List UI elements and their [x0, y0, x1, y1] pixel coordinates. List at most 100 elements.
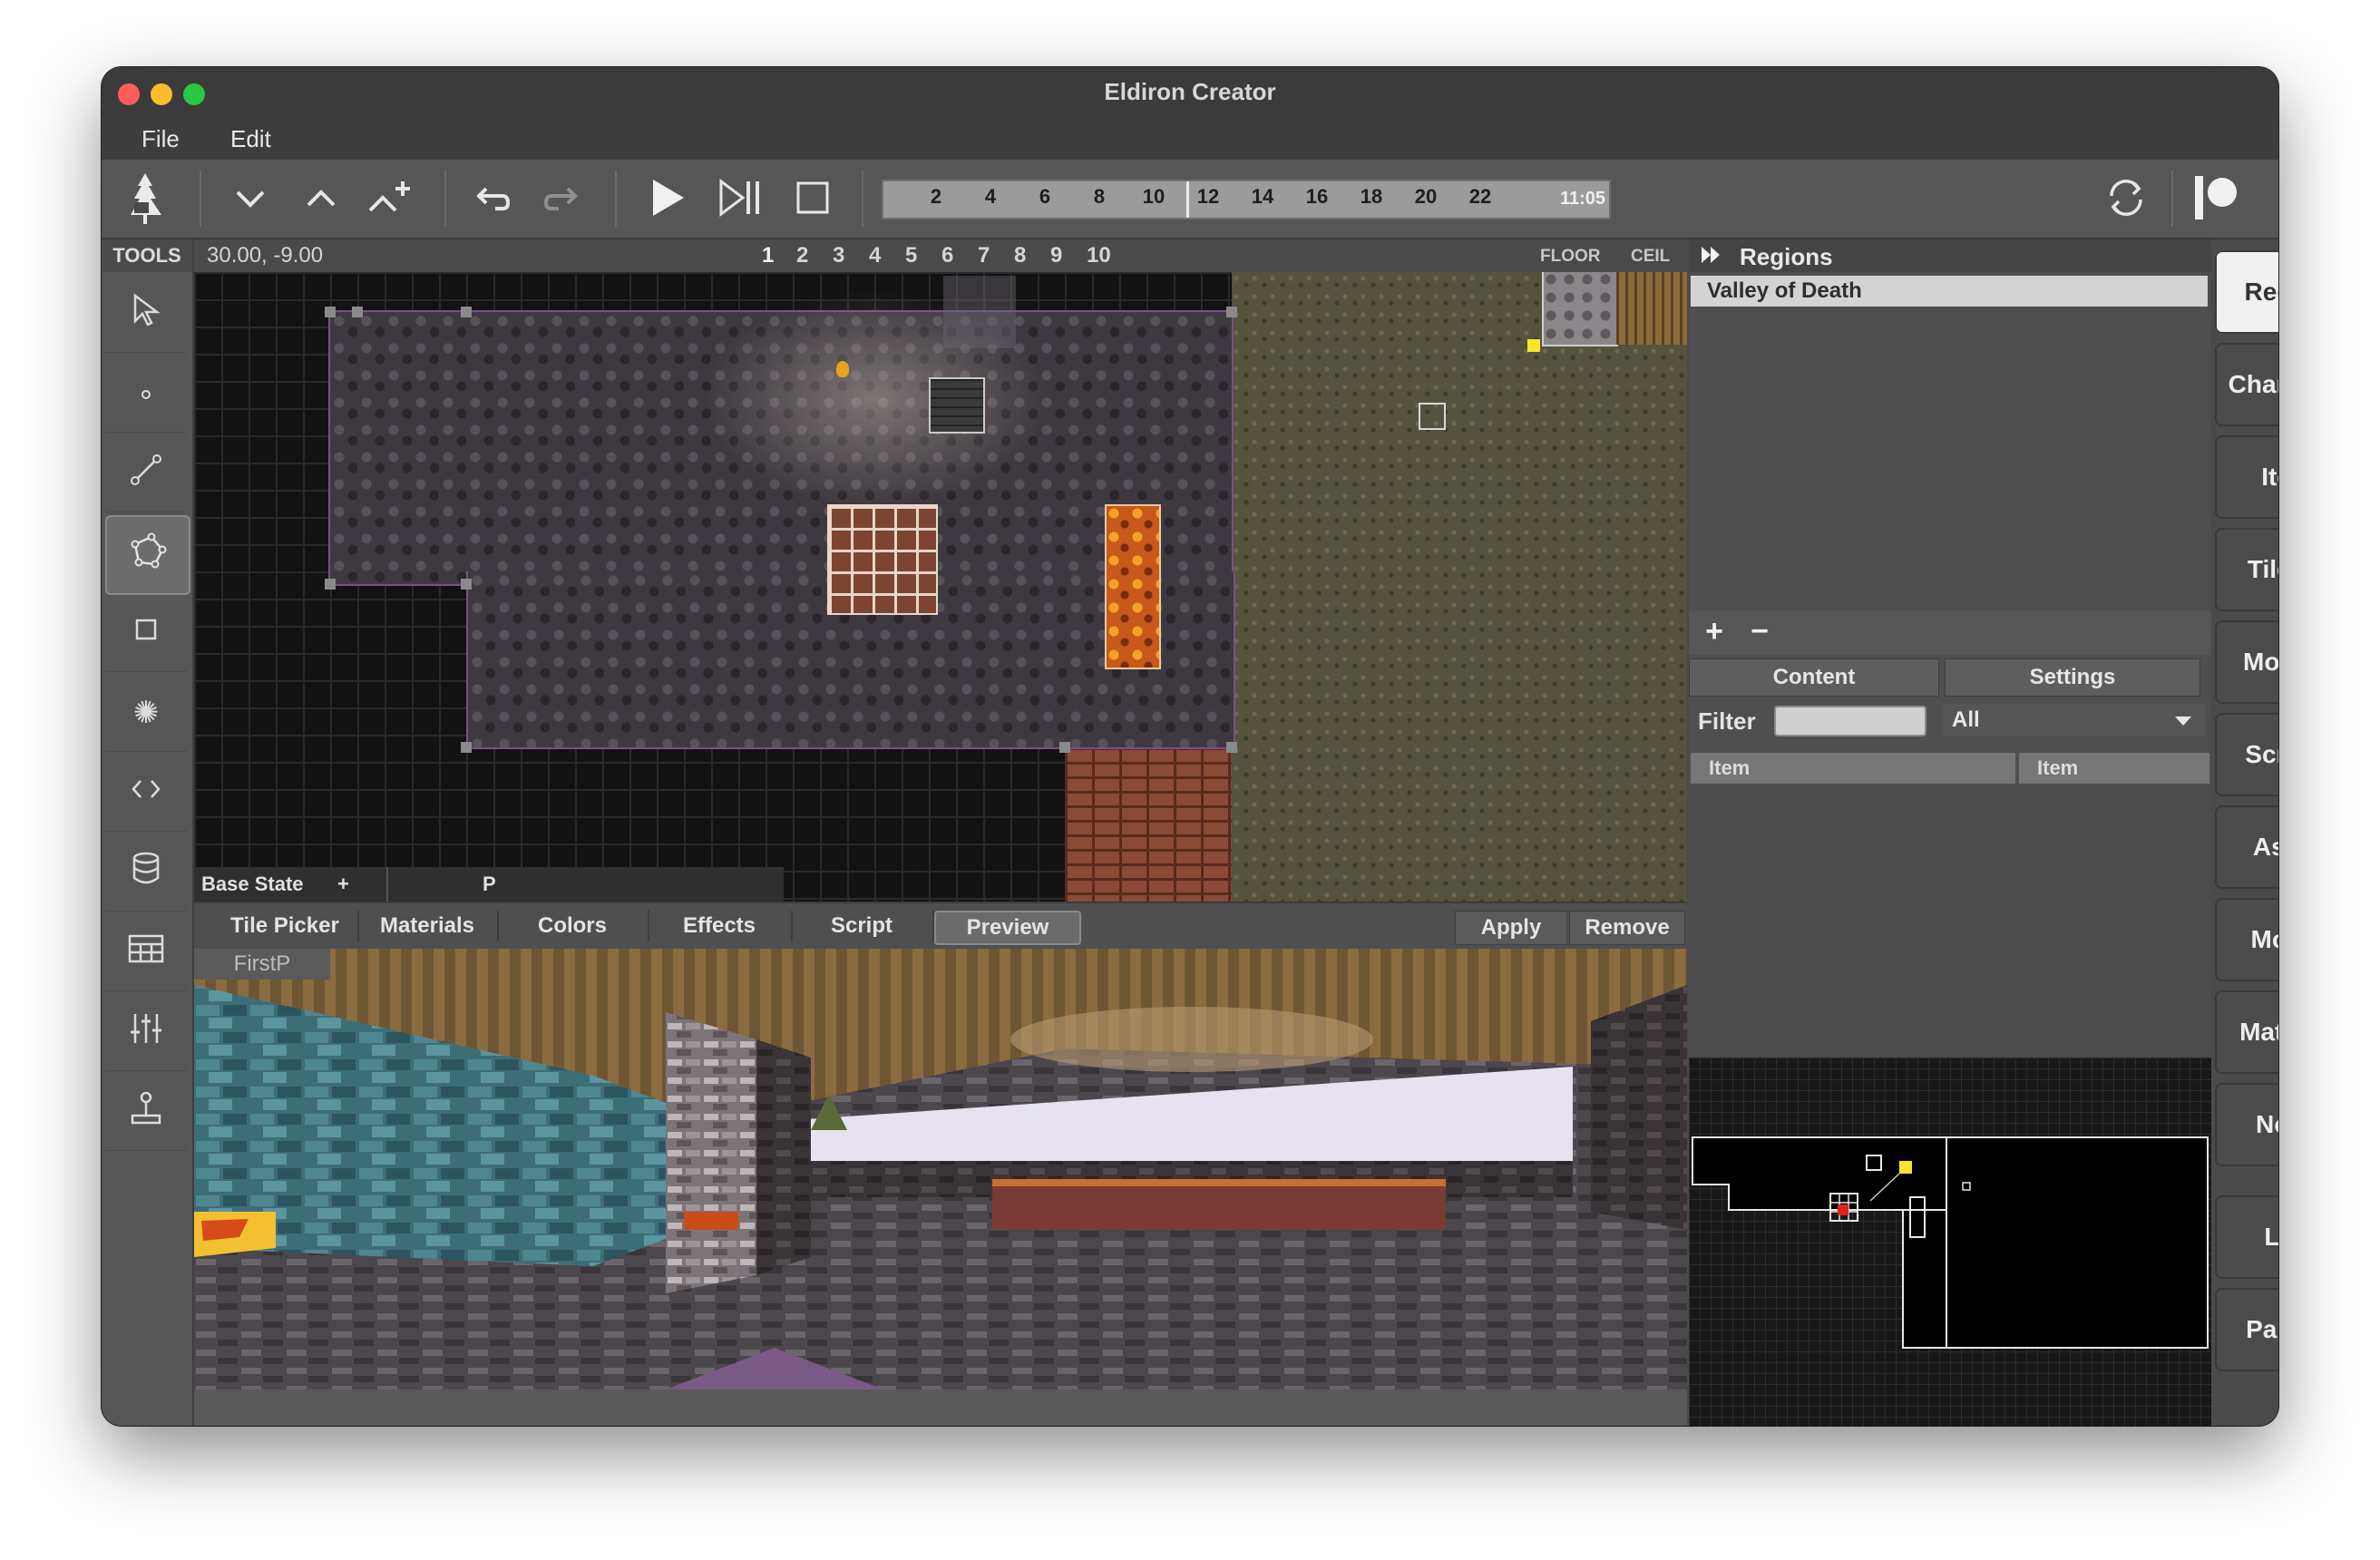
- sidebar-palette-button[interactable]: Palette: [2215, 1288, 2278, 1371]
- column-header-item[interactable]: Item: [1691, 753, 2015, 784]
- lava-sector[interactable]: [1105, 504, 1161, 669]
- time-slider[interactable]: 2 4 6 8 10 12 14 16 18 20 22 11:05: [882, 180, 1611, 219]
- layer-1-button[interactable]: 1: [762, 243, 774, 268]
- time-cursor[interactable]: [1186, 181, 1189, 218]
- brick-sector[interactable]: [1065, 747, 1232, 902]
- move-up-icon[interactable]: [296, 172, 346, 223]
- layer-4-button[interactable]: 4: [869, 243, 881, 268]
- filter-input[interactable]: [1774, 706, 1926, 736]
- sidebar-tileset-button[interactable]: Tileset: [2215, 528, 2278, 611]
- eldiron-logo-icon[interactable]: [122, 172, 172, 224]
- marker-square[interactable]: [1419, 403, 1446, 430]
- sidebar-model-button[interactable]: Model: [2215, 898, 2278, 981]
- redo-icon[interactable]: [537, 172, 588, 223]
- wall-tile-object[interactable]: [929, 377, 985, 434]
- sliders-icon: [128, 1010, 164, 1055]
- sidebar-log-button[interactable]: Log: [2215, 1195, 2278, 1279]
- column-header-item-2[interactable]: Item: [2019, 753, 2209, 784]
- sidebar-region-button[interactable]: Region: [2215, 250, 2278, 334]
- tab-content[interactable]: Content: [1689, 658, 1939, 697]
- preview-mode-label[interactable]: FirstP: [194, 949, 330, 980]
- code-tool[interactable]: [105, 755, 187, 832]
- ceil-label: CEIL: [1631, 247, 1671, 266]
- tab-preview[interactable]: Preview: [934, 911, 1081, 945]
- sidebar-screen-button[interactable]: Screen: [2215, 713, 2278, 796]
- sidebar-node-button[interactable]: Node: [2215, 1083, 2278, 1166]
- tileset-tool[interactable]: [105, 914, 187, 991]
- data-tool[interactable]: [105, 834, 187, 912]
- toolbar-separator: [200, 171, 201, 227]
- vertex-handle[interactable]: [1226, 742, 1237, 753]
- vertex-handle[interactable]: [461, 307, 472, 317]
- sync-icon[interactable]: [2101, 172, 2151, 223]
- menu-file[interactable]: File: [141, 125, 180, 153]
- ceiling-texture-swatch[interactable]: [1616, 272, 1687, 345]
- sidebar-material-button[interactable]: Material: [2215, 990, 2278, 1074]
- tab-colors[interactable]: Colors: [497, 911, 649, 941]
- game-tool[interactable]: [105, 1074, 187, 1151]
- sector-tool[interactable]: [105, 515, 190, 595]
- tab-script[interactable]: Script: [791, 911, 934, 941]
- vertex-handle[interactable]: [325, 579, 336, 590]
- linedef-tool-icon: [128, 452, 164, 496]
- tab-effects[interactable]: Effects: [648, 911, 793, 941]
- region-list-item[interactable]: Valley of Death: [1691, 276, 2208, 307]
- undo-icon[interactable]: [466, 172, 517, 223]
- menu-edit[interactable]: Edit: [230, 125, 271, 153]
- add-region-button[interactable]: +: [1698, 615, 1731, 648]
- layer-3-button[interactable]: 3: [833, 243, 844, 268]
- sidebar-item-button[interactable]: Item: [2215, 435, 2278, 519]
- layer-6-button[interactable]: 6: [941, 243, 953, 268]
- remove-region-button[interactable]: −: [1743, 615, 1776, 648]
- map-editor[interactable]: Base State + P: [194, 272, 1687, 902]
- filter-select-value: All: [1952, 707, 1980, 732]
- patreon-icon[interactable]: [2191, 172, 2242, 223]
- first-person-preview[interactable]: FirstP: [194, 949, 1687, 1389]
- sidebar-asset-button[interactable]: Asset: [2215, 805, 2278, 889]
- cursor-coordinates: 30.00, -9.00: [207, 243, 324, 268]
- play-icon[interactable]: [642, 172, 693, 223]
- vertex-handle[interactable]: [1226, 307, 1237, 317]
- filter-select[interactable]: All: [1943, 704, 2206, 736]
- p-label[interactable]: P: [483, 873, 496, 896]
- vertex-handle[interactable]: [352, 307, 363, 317]
- layer-5-button[interactable]: 5: [905, 243, 917, 268]
- layer-7-button[interactable]: 7: [978, 243, 990, 268]
- tab-tile-picker[interactable]: Tile Picker: [212, 911, 359, 941]
- layer-9-button[interactable]: 9: [1050, 243, 1062, 268]
- layer-10-button[interactable]: 10: [1087, 243, 1111, 268]
- rect-tool[interactable]: [105, 595, 187, 672]
- base-state-label[interactable]: Base State: [201, 873, 304, 896]
- apply-button[interactable]: Apply: [1455, 911, 1567, 945]
- grass-sector[interactable]: [1232, 272, 1687, 902]
- stop-icon[interactable]: [787, 172, 838, 223]
- move-down-icon[interactable]: [225, 172, 276, 223]
- settings-tool[interactable]: [105, 994, 187, 1071]
- fast-forward-icon[interactable]: [1700, 243, 1723, 273]
- vertex-handle[interactable]: [461, 742, 472, 753]
- effect-tool[interactable]: ✺: [105, 675, 187, 752]
- torch-icon[interactable]: [836, 361, 849, 377]
- vertex-handle[interactable]: [1059, 742, 1070, 753]
- add-state-button[interactable]: +: [337, 873, 349, 896]
- vertex-tool[interactable]: [105, 356, 187, 433]
- move-up-add-icon[interactable]: [366, 172, 417, 223]
- content-list[interactable]: [1689, 785, 2211, 1056]
- layer-8-button[interactable]: 8: [1014, 243, 1026, 268]
- tab-settings[interactable]: Settings: [1945, 658, 2200, 697]
- tab-materials[interactable]: Materials: [357, 911, 499, 941]
- step-icon[interactable]: [715, 172, 766, 223]
- player-marker[interactable]: [1527, 339, 1540, 352]
- floor-texture-swatch[interactable]: [1542, 272, 1618, 346]
- layer-2-button[interactable]: 2: [796, 243, 808, 268]
- minimap[interactable]: [1689, 1058, 2211, 1426]
- grid-tile-object[interactable]: [827, 504, 938, 615]
- remove-button[interactable]: Remove: [1569, 911, 1685, 945]
- filter-row: Filter All: [1689, 700, 2211, 742]
- sidebar-character-button[interactable]: Character: [2215, 343, 2278, 426]
- vertex-handle[interactable]: [461, 579, 472, 590]
- linedef-tool[interactable]: [105, 435, 187, 512]
- selection-tool[interactable]: [105, 276, 187, 353]
- vertex-handle[interactable]: [325, 307, 336, 317]
- sidebar-module-button[interactable]: Module: [2215, 620, 2278, 704]
